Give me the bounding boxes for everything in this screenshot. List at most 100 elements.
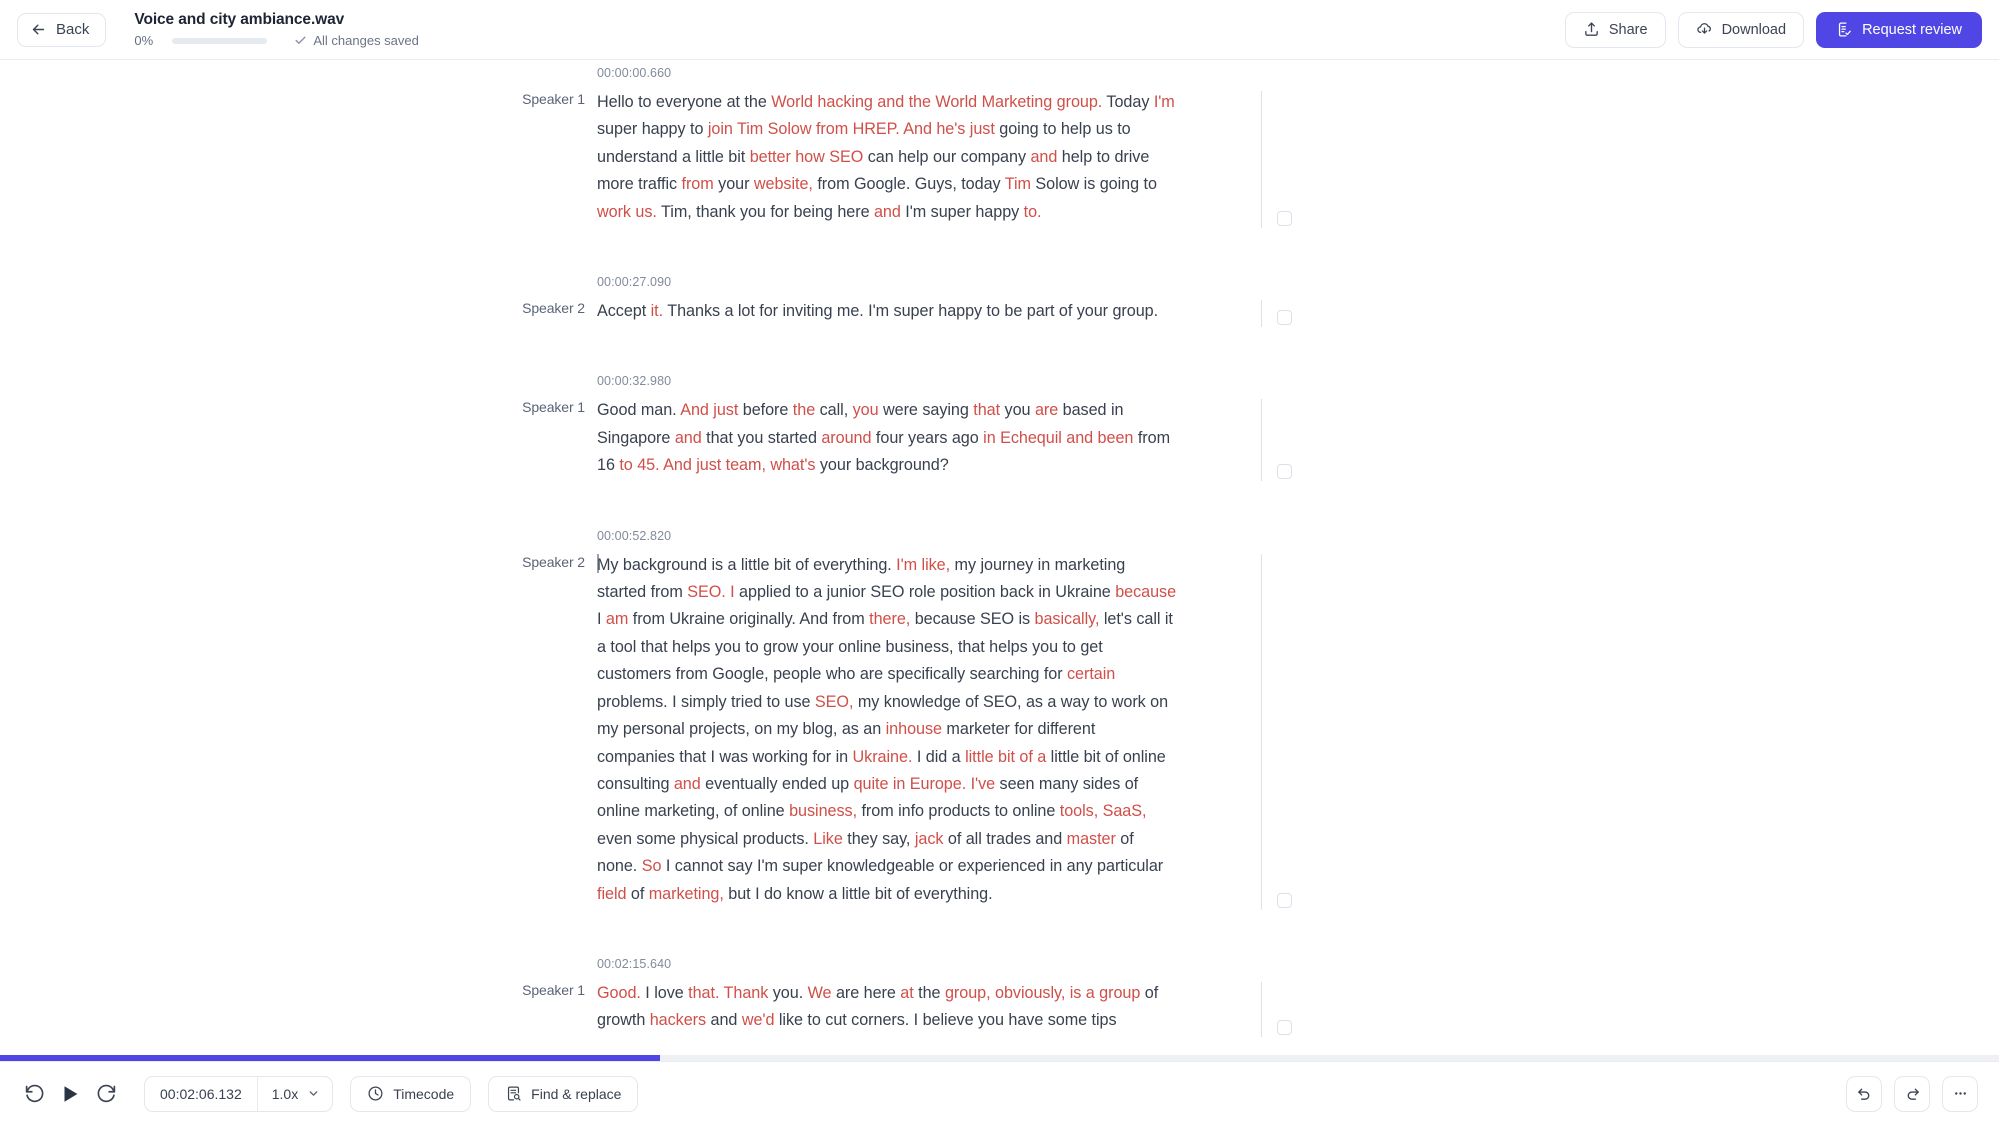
low-confidence-word[interactable]: in Echequil and been [983, 429, 1133, 447]
transcript-word[interactable]: before [738, 401, 793, 419]
more-options-button[interactable] [1942, 1075, 1978, 1112]
low-confidence-word[interactable]: it. [651, 302, 664, 320]
transcript-word[interactable]: I love [641, 984, 688, 1002]
segment-note-checkbox[interactable] [1277, 211, 1292, 226]
segment-text[interactable]: Good. I love that. Thank you. We are her… [597, 980, 1177, 1035]
transcript-segment[interactable]: 00:00:00.660 Speaker 1 Hello to everyone a… [0, 66, 1999, 228]
transcript-word[interactable]: your background? [815, 456, 949, 474]
share-button[interactable]: Share [1564, 11, 1666, 48]
speaker-label[interactable]: Speaker 2 [480, 554, 585, 570]
transcript-word[interactable]: that you started [702, 429, 822, 447]
low-confidence-word[interactable]: marketing, [649, 885, 724, 903]
forward-button[interactable] [89, 1077, 123, 1111]
segment-text[interactable]: Accept it. Thanks a lot for inviting me.… [597, 298, 1175, 325]
transcript-word[interactable]: but I do know a little bit of everything… [724, 885, 992, 903]
transcript-word[interactable]: of [626, 885, 648, 903]
low-confidence-word[interactable]: and [1030, 148, 1057, 166]
low-confidence-word[interactable]: inhouse [886, 720, 942, 738]
segment-timestamp[interactable]: 00:00:52.820 [597, 529, 1999, 543]
segment-note-checkbox[interactable] [1277, 464, 1292, 480]
transcript-word[interactable]: Tim, thank you for being here [657, 203, 874, 221]
low-confidence-word[interactable]: jack [915, 830, 944, 848]
low-confidence-word[interactable]: Good. [597, 984, 641, 1002]
low-confidence-word[interactable]: that. Thank [688, 984, 768, 1002]
timecode-button[interactable]: Timecode [350, 1075, 472, 1112]
speaker-label[interactable]: Speaker 2 [480, 300, 585, 316]
low-confidence-word[interactable]: little bit of a [965, 748, 1046, 766]
low-confidence-word[interactable]: the [793, 401, 815, 419]
low-confidence-word[interactable]: at [900, 984, 913, 1002]
low-confidence-word[interactable]: tools, SaaS, [1060, 802, 1147, 820]
low-confidence-word[interactable]: we'd [742, 1011, 775, 1029]
redo-button[interactable] [1894, 1075, 1930, 1112]
low-confidence-word[interactable]: master [1067, 830, 1116, 848]
transcript-word[interactable]: are here [832, 984, 901, 1002]
low-confidence-word[interactable]: I'm [1154, 93, 1175, 111]
transcript-segment[interactable]: 00:00:32.980 Speaker 1 Good man. And just … [0, 374, 1999, 482]
transcript-word[interactable]: they say, [843, 830, 915, 848]
segment-note-checkbox[interactable] [1277, 1019, 1292, 1035]
low-confidence-word[interactable]: I'm like, [896, 556, 950, 574]
low-confidence-word[interactable]: quite in Europe. I've [854, 775, 996, 793]
transcript-word[interactable]: super happy to [597, 120, 708, 138]
transcript-word[interactable]: like to cut corners. I believe you have … [774, 1011, 1117, 1029]
low-confidence-word[interactable]: because [1115, 583, 1176, 601]
find-replace-button[interactable]: Find & replace [488, 1075, 639, 1112]
transcript-word[interactable]: from info products to online [857, 802, 1060, 820]
transcript-word[interactable]: call, [815, 401, 852, 419]
transcript-word[interactable]: Solow is going to [1031, 175, 1157, 193]
transcript-scroll-area[interactable]: 00:00:00.660 Speaker 1 Hello to everyone a… [0, 60, 1999, 1060]
low-confidence-word[interactable]: So [642, 857, 662, 875]
low-confidence-word[interactable]: better how SEO [750, 148, 864, 166]
low-confidence-word[interactable]: World hacking and the World Marketing gr… [771, 93, 1102, 111]
low-confidence-word[interactable]: business, [789, 802, 857, 820]
transcript-word[interactable]: and [706, 1011, 742, 1029]
low-confidence-word[interactable]: am [606, 610, 628, 628]
transcript-word[interactable]: the [914, 984, 945, 1002]
low-confidence-word[interactable]: to. [1024, 203, 1042, 221]
transcript-word[interactable]: I did a [912, 748, 965, 766]
transcript-segment[interactable]: 00:00:52.820 Speaker 2 My background is a … [0, 529, 1999, 910]
undo-button[interactable] [1846, 1075, 1882, 1112]
low-confidence-word[interactable]: you [853, 401, 879, 419]
low-confidence-word[interactable]: field [597, 885, 627, 903]
transcript-word[interactable]: because SEO is [910, 610, 1034, 628]
low-confidence-word[interactable]: hackers [650, 1011, 706, 1029]
transcript-segment[interactable]: 00:00:27.090 Speaker 2 Accept it. Thanks a… [0, 275, 1999, 328]
transcript-word[interactable]: were saying [879, 401, 974, 419]
segment-text[interactable]: Good man. And just before the call, you … [597, 397, 1175, 479]
segment-note-checkbox[interactable] [1277, 892, 1292, 908]
transcript-word[interactable]: of all trades and [943, 830, 1066, 848]
download-button[interactable]: Download [1677, 11, 1805, 48]
low-confidence-word[interactable]: website, [754, 175, 813, 193]
low-confidence-word[interactable]: and [675, 429, 702, 447]
low-confidence-word[interactable]: Like [813, 830, 843, 848]
transcript-word[interactable]: applied to a junior SEO role position ba… [735, 583, 1116, 601]
low-confidence-word[interactable]: basically, [1035, 610, 1100, 628]
low-confidence-word[interactable]: And just [680, 401, 738, 419]
transcript-word[interactable]: you. [768, 984, 807, 1002]
low-confidence-word[interactable]: SEO, [815, 693, 854, 711]
segment-text[interactable]: My background is a little bit of everyth… [597, 552, 1177, 908]
low-confidence-word[interactable]: certain [1067, 665, 1115, 683]
transcript-word[interactable]: Hello to everyone at the [597, 93, 771, 111]
transcript-word[interactable]: from Google. Guys, today [813, 175, 1005, 193]
transcript-word[interactable]: Good man. [597, 401, 680, 419]
low-confidence-word[interactable]: work us. [597, 203, 657, 221]
transcript-word[interactable]: My background is a little bit of everyth… [597, 556, 896, 574]
transcript-document[interactable]: 00:00:00.660 Speaker 1 Hello to everyone a… [0, 60, 1999, 1037]
transcript-word[interactable]: eventually ended up [701, 775, 854, 793]
low-confidence-word[interactable]: that [973, 401, 1000, 419]
speaker-label[interactable]: Speaker 1 [480, 399, 585, 415]
segment-timestamp[interactable]: 00:00:27.090 [597, 275, 1999, 289]
transcript-word[interactable]: can help our company [863, 148, 1030, 166]
back-button[interactable]: Back [17, 12, 107, 47]
transcript-word[interactable]: your [714, 175, 754, 193]
speaker-label[interactable]: Speaker 1 [480, 982, 585, 998]
low-confidence-word[interactable]: are [1035, 401, 1058, 419]
low-confidence-word[interactable]: Tim [1005, 175, 1031, 193]
low-confidence-word[interactable]: join Tim Solow from HREP. And he's just [708, 120, 995, 138]
transcript-word[interactable]: even some physical products. [597, 830, 813, 848]
low-confidence-word[interactable]: group, obviously, is a group [945, 984, 1140, 1002]
segment-timestamp[interactable]: 00:02:15.640 [597, 957, 1999, 971]
